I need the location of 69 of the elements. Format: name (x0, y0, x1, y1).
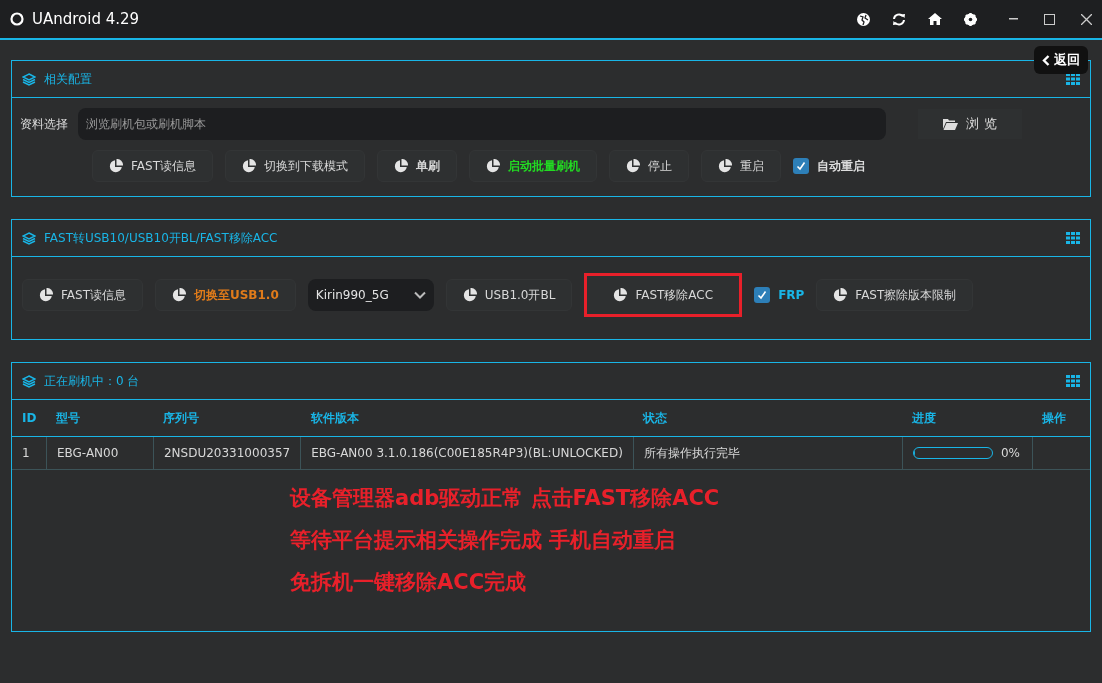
checkbox[interactable] (754, 287, 771, 303)
action-button[interactable]: FAST读信息 (22, 279, 143, 311)
home-icon[interactable] (928, 13, 942, 25)
field-label: 资料选择 (20, 115, 68, 133)
action-button[interactable]: USB1.0开BL (445, 279, 573, 311)
pie-chart-icon (625, 159, 640, 173)
action-button[interactable]: FAST移除ACC (584, 273, 743, 317)
action-button[interactable]: 重启 (700, 150, 781, 182)
action-button[interactable]: 单刷 (376, 150, 457, 182)
action-button[interactable]: 切换至USB1.0 (154, 279, 296, 311)
pie-chart-icon (833, 288, 848, 302)
grid-icon[interactable] (1066, 73, 1080, 85)
check-icon (795, 161, 806, 171)
column-header: 软件版本 (300, 400, 634, 437)
panel-title: 相关配置 (44, 70, 93, 88)
table-cell: 1 (12, 436, 47, 470)
pie-chart-icon (717, 159, 732, 173)
annotation-text: 设备管理器adb驱动正常 点击FAST移除ACC (290, 485, 721, 512)
chevron-down-icon[interactable] (413, 291, 426, 299)
layers-icon (22, 231, 36, 245)
action-button[interactable]: FAST擦除版本限制 (816, 279, 974, 311)
panel-title: FAST转USB10/USB10开BL/FAST移除ACC (44, 229, 279, 247)
action-button[interactable]: 停止 (608, 150, 689, 182)
annotation-text: 免拆机一键移除ACC完成 (290, 569, 528, 596)
column-header: 进度 (902, 400, 1033, 437)
chevron-left-icon (1042, 54, 1050, 66)
refresh-icon[interactable] (892, 12, 906, 26)
settings-icon[interactable] (964, 12, 977, 26)
table-cell: 所有操作执行完毕 (633, 436, 903, 470)
pie-chart-icon (241, 159, 256, 173)
column-header: ID (12, 400, 47, 437)
layers-icon (22, 72, 36, 86)
layers-icon (22, 374, 36, 388)
checkbox-label: 自动重启 (816, 157, 865, 175)
chip-dropdown[interactable]: Kirin990_5G (307, 279, 434, 311)
folder-icon (943, 118, 959, 130)
globe-icon[interactable] (857, 12, 870, 26)
action-button[interactable]: FAST读信息 (92, 150, 213, 182)
checkbox-label: FRP (778, 288, 805, 302)
pie-chart-icon (393, 159, 408, 173)
pie-chart-icon (485, 159, 500, 173)
check-icon (757, 290, 768, 300)
maximize-icon[interactable] (1044, 13, 1055, 25)
column-header: 操作 (1032, 400, 1090, 437)
action-button[interactable]: 启动批量刷机 (468, 150, 597, 182)
action-button[interactable]: 切换到下载模式 (224, 150, 365, 182)
file-path-field[interactable]: 浏览刷机包或刷机脚本 (78, 108, 886, 140)
pie-chart-icon (109, 159, 123, 173)
table-cell: EBG-AN00 3.1.0.186(C00E185R4P3)(BL:UNLOCKED) (300, 436, 634, 470)
progress-reading: 0% (1000, 446, 1020, 460)
table-cell: 2NSDU20331000357 (153, 436, 301, 470)
column-header: 型号 (46, 400, 154, 437)
pie-chart-icon (613, 288, 628, 302)
pie-chart-icon (39, 288, 53, 302)
minimize-icon[interactable] (1009, 18, 1018, 20)
column-header: 序列号 (153, 400, 301, 437)
checkbox[interactable] (792, 158, 809, 174)
close-icon[interactable] (1081, 13, 1092, 25)
table-cell: EBG-AN00 (46, 436, 154, 470)
app-logo-icon (10, 12, 24, 26)
window-title: UAndroid 4.29 (32, 10, 141, 28)
panel-title: 正在刷机中：0 台 (44, 372, 141, 390)
grid-icon[interactable] (1066, 232, 1080, 244)
annotation-text: 等待平台提示相关操作完成 手机自动重启 (290, 527, 677, 554)
pie-chart-icon (462, 288, 477, 302)
pie-chart-icon (171, 288, 186, 302)
grid-icon[interactable] (1066, 375, 1080, 387)
column-header: 状态 (633, 400, 903, 437)
back-button[interactable]: 返回 (1034, 46, 1088, 74)
